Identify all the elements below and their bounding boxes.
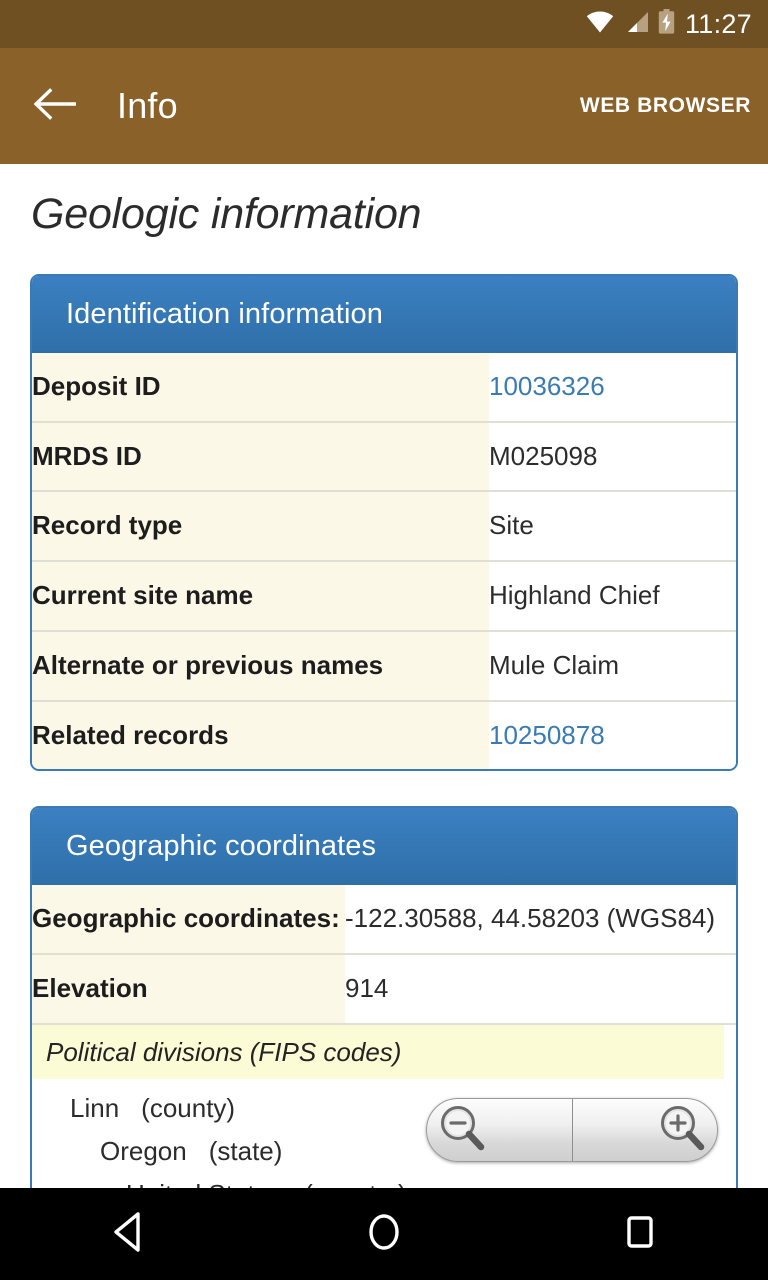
page-title: Geologic information bbox=[31, 190, 422, 238]
android-screen: 11:27 Info WEB BROWSER Geologic informat… bbox=[0, 0, 768, 1280]
list-item: United States (country) bbox=[32, 1173, 736, 1188]
zoom-in-icon bbox=[655, 1101, 709, 1160]
table-row: MRDS ID M025098 bbox=[32, 420, 736, 492]
table-row: Current site name Highland Chief bbox=[32, 560, 736, 631]
row-value: Highland Chief bbox=[489, 560, 736, 631]
row-value: 10036326 bbox=[489, 353, 736, 422]
android-navigation-bar bbox=[0, 1188, 768, 1280]
table-row: Record type Site bbox=[32, 490, 736, 562]
zoom-out-icon bbox=[435, 1101, 489, 1160]
nav-home-button[interactable] bbox=[329, 1188, 439, 1280]
zoom-out-button[interactable] bbox=[427, 1099, 572, 1161]
deposit-id-link[interactable]: 10036326 bbox=[489, 371, 605, 401]
webview-zoom-controls[interactable] bbox=[426, 1098, 718, 1162]
cellular-signal-icon bbox=[623, 11, 649, 38]
table-row: Related records 10250878 bbox=[32, 699, 736, 770]
row-value: 10250878 bbox=[489, 699, 736, 770]
row-label: Current site name bbox=[32, 560, 489, 631]
web-browser-button[interactable]: WEB BROWSER bbox=[580, 94, 751, 118]
card-header: Identification information bbox=[32, 276, 736, 353]
row-value: Mule Claim bbox=[489, 629, 736, 701]
nav-recents-button[interactable] bbox=[585, 1188, 695, 1280]
row-value: 914 bbox=[345, 953, 736, 1023]
identification-information-table: Deposit ID 10036326 MRDS ID M025098 Reco… bbox=[32, 353, 736, 770]
app-bar: Info WEB BROWSER bbox=[0, 48, 768, 164]
row-value: M025098 bbox=[489, 420, 736, 492]
wifi-icon bbox=[586, 11, 614, 38]
table-row: Elevation 914 bbox=[32, 953, 736, 1023]
table-row: Alternate or previous names Mule Claim bbox=[32, 629, 736, 701]
row-label: MRDS ID bbox=[32, 420, 489, 492]
card-header: Geographic coordinates bbox=[32, 808, 736, 886]
status-bar-clock: 11:27 bbox=[684, 8, 752, 39]
division-name: Linn bbox=[70, 1092, 120, 1123]
related-records-link[interactable]: 10250878 bbox=[489, 720, 605, 750]
back-arrow-icon bbox=[33, 87, 78, 126]
recents-square-icon bbox=[620, 1210, 660, 1259]
battery-charging-icon bbox=[658, 9, 675, 39]
row-label: Geographic coordinates: bbox=[32, 885, 345, 955]
row-label: Alternate or previous names bbox=[32, 629, 489, 701]
division-type: (state) bbox=[208, 1135, 283, 1166]
status-icons bbox=[586, 9, 675, 39]
geographic-coordinates-table: Geographic coordinates: -122.30588, 44.5… bbox=[32, 885, 736, 1023]
row-value: -122.30588, 44.58203 (WGS84) bbox=[345, 885, 736, 955]
card-identification-information: Identification information Deposit ID 10… bbox=[30, 274, 738, 772]
app-bar-title: Info bbox=[117, 85, 178, 126]
row-label: Related records bbox=[32, 699, 489, 770]
division-type: (county) bbox=[141, 1092, 236, 1123]
row-label: Record type bbox=[32, 490, 489, 562]
row-label: Deposit ID bbox=[32, 353, 489, 422]
home-circle-icon bbox=[364, 1210, 404, 1259]
status-bar: 11:27 bbox=[0, 0, 768, 48]
division-name: Oregon bbox=[100, 1135, 187, 1166]
back-triangle-icon bbox=[108, 1210, 148, 1259]
nav-back-button[interactable] bbox=[73, 1188, 183, 1280]
table-row: Deposit ID 10036326 bbox=[32, 353, 736, 422]
row-value: Site bbox=[489, 490, 736, 562]
table-row: Geographic coordinates: -122.30588, 44.5… bbox=[32, 885, 736, 955]
division-type: (country) bbox=[304, 1179, 407, 1188]
back-button[interactable] bbox=[28, 78, 84, 134]
zoom-in-button[interactable] bbox=[572, 1099, 717, 1161]
political-divisions-title: Political divisions (FIPS codes) bbox=[32, 1024, 724, 1079]
row-label: Elevation bbox=[32, 953, 345, 1023]
webview-content[interactable]: Geologic information Identification info… bbox=[0, 164, 768, 1188]
division-name: United States bbox=[126, 1179, 282, 1188]
